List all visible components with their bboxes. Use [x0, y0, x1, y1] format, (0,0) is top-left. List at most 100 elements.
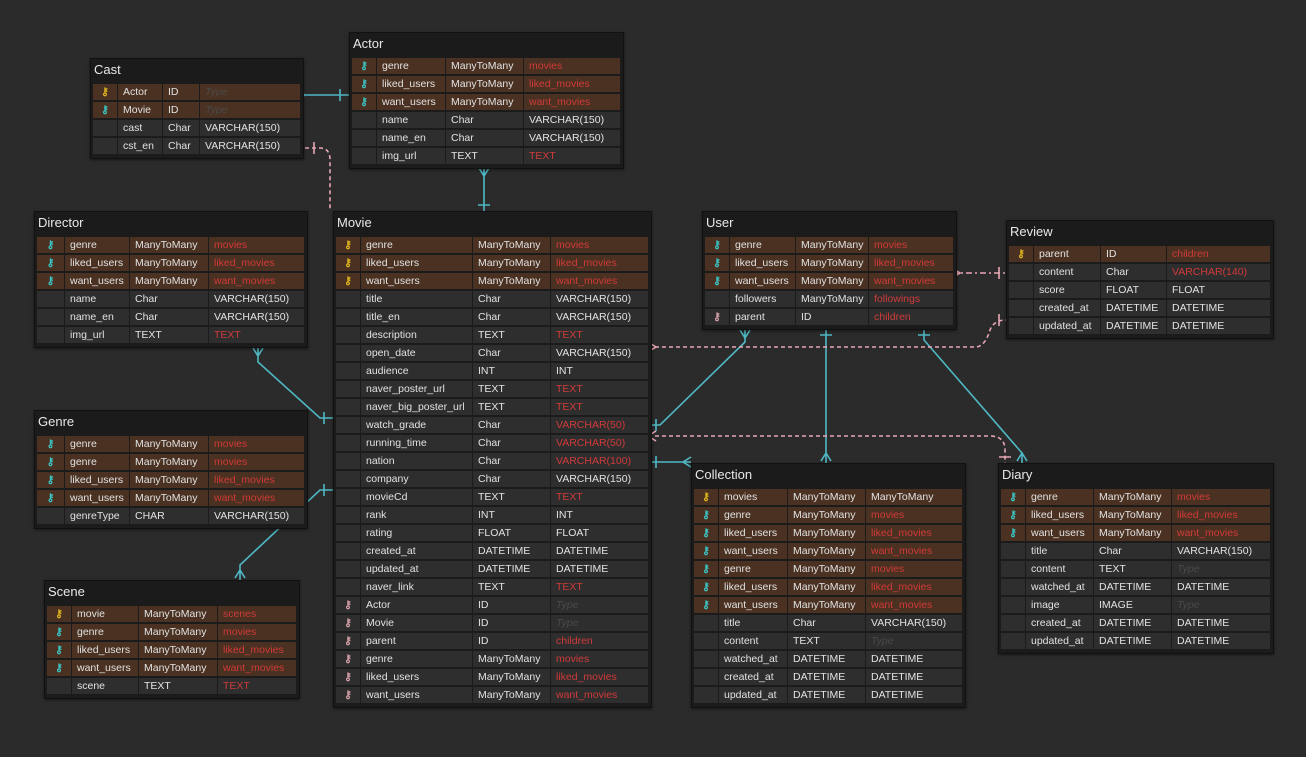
field-row[interactable]: audience INT INT	[336, 362, 649, 380]
field-row[interactable]: updated_at DATETIME DATETIME	[1009, 317, 1271, 335]
field-row[interactable]: ⚷ want_users ManyToMany want_movies	[705, 272, 954, 290]
field-row[interactable]: ⚷ genre ManyToMany movies	[37, 236, 305, 254]
table-collection[interactable]: Collection ⚷ movies ManyToMany ManyToMany ⚷ ge…	[691, 463, 966, 708]
field-row[interactable]: ⚷ genre ManyToMany movies	[336, 650, 649, 668]
field-row[interactable]: followers ManyToMany followings	[705, 290, 954, 308]
table-director[interactable]: Director ⚷ genre ManyToMany movies ⚷ liked_use…	[34, 211, 308, 348]
field-row[interactable]: img_url TEXT TEXT	[37, 326, 305, 344]
field-row[interactable]: scene TEXT TEXT	[47, 677, 297, 695]
field-row[interactable]: ⚷ genre ManyToMany movies	[37, 453, 305, 471]
field-row[interactable]: ⚷ genre ManyToMany movies	[694, 506, 963, 524]
field-row[interactable]: ⚷ want_users ManyToMany want_movies	[352, 93, 621, 111]
field-db-type: movies	[209, 237, 304, 253]
field-row[interactable]: watch_grade Char VARCHAR(50)	[336, 416, 649, 434]
field-row[interactable]: ⚷ liked_users ManyToMany liked_movies	[37, 254, 305, 272]
field-row[interactable]: updated_at DATETIME DATETIME	[694, 686, 963, 704]
field-row[interactable]: ⚷ Movie ID Type	[336, 614, 649, 632]
field-row[interactable]: genreType CHAR VARCHAR(150)	[37, 507, 305, 525]
field-row[interactable]: cast Char VARCHAR(150)	[93, 119, 301, 137]
field-row[interactable]: ⚷ want_users ManyToMany want_movies	[1001, 524, 1271, 542]
field-db-type: DATETIME	[1167, 300, 1270, 316]
field-row[interactable]: watched_at DATETIME DATETIME	[694, 650, 963, 668]
field-row[interactable]: ⚷ liked_users ManyToMany liked_movies	[336, 668, 649, 686]
table-actor[interactable]: Actor ⚷ genre ManyToMany movies ⚷ liked_users M…	[349, 32, 624, 169]
field-row[interactable]: ⚷ liked_users ManyToMany liked_movies	[37, 471, 305, 489]
field-row[interactable]: updated_at DATETIME DATETIME	[336, 560, 649, 578]
field-row[interactable]: ⚷ genre ManyToMany movies	[705, 236, 954, 254]
table-movie[interactable]: Movie ⚷ genre ManyToMany movies ⚷ liked_users M…	[333, 211, 652, 708]
field-row[interactable]: naver_big_poster_url TEXT TEXT	[336, 398, 649, 416]
table-review[interactable]: Review ⚷ parent ID children content Char VARCHA…	[1006, 220, 1274, 339]
field-name: naver_poster_url	[361, 381, 472, 397]
table-cast[interactable]: Cast ⚷ Actor ID Type ⚷ Movie ID Type cast Char VARC…	[90, 58, 304, 159]
field-row[interactable]: ⚷ want_users ManyToMany want_movies	[336, 272, 649, 290]
field-row[interactable]: ⚷ liked_users ManyToMany liked_movies	[47, 641, 297, 659]
field-row[interactable]: open_date Char VARCHAR(150)	[336, 344, 649, 362]
field-row[interactable]: ⚷ want_users ManyToMany want_movies	[694, 596, 963, 614]
field-row[interactable]: created_at DATETIME DATETIME	[1001, 614, 1271, 632]
field-row[interactable]: ⚷ want_users ManyToMany want_movies	[47, 659, 297, 677]
field-row[interactable]: ⚷ genre ManyToMany movies	[694, 560, 963, 578]
field-row[interactable]: ⚷ want_users ManyToMany want_movies	[694, 542, 963, 560]
field-row[interactable]: ⚷ want_users ManyToMany want_movies	[336, 686, 649, 704]
field-row[interactable]: ⚷ parent ID children	[705, 308, 954, 326]
field-row[interactable]: content TEXT Type	[694, 632, 963, 650]
field-row[interactable]: ⚷ liked_users ManyToMany liked_movies	[694, 524, 963, 542]
field-row[interactable]: ⚷ want_users ManyToMany want_movies	[37, 272, 305, 290]
field-row[interactable]: company Char VARCHAR(150)	[336, 470, 649, 488]
field-row[interactable]: watched_at DATETIME DATETIME	[1001, 578, 1271, 596]
field-row[interactable]: ⚷ Actor ID Type	[336, 596, 649, 614]
field-row[interactable]: content TEXT Type	[1001, 560, 1271, 578]
field-row[interactable]: name Char VARCHAR(150)	[352, 111, 621, 129]
field-row[interactable]: rating FLOAT FLOAT	[336, 524, 649, 542]
field-row[interactable]: created_at DATETIME DATETIME	[336, 542, 649, 560]
field-row[interactable]: ⚷ genre ManyToMany movies	[47, 623, 297, 641]
field-row[interactable]: ⚷ parent ID children	[1009, 245, 1271, 263]
key-cell	[37, 309, 64, 325]
field-row[interactable]: ⚷ genre ManyToMany movies	[336, 236, 649, 254]
field-row[interactable]: description TEXT TEXT	[336, 326, 649, 344]
field-row[interactable]: ⚷ liked_users ManyToMany liked_movies	[1001, 506, 1271, 524]
field-row[interactable]: updated_at DATETIME DATETIME	[1001, 632, 1271, 650]
field-row[interactable]: cst_en Char VARCHAR(150)	[93, 137, 301, 155]
field-row[interactable]: ⚷ liked_users ManyToMany liked_movies	[694, 578, 963, 596]
table-genre[interactable]: Genre ⚷ genre ManyToMany movies ⚷ genre ManyToM…	[34, 410, 308, 529]
field-row[interactable]: ⚷ movie ManyToMany scenes	[47, 605, 297, 623]
field-row[interactable]: ⚷ liked_users ManyToMany liked_movies	[352, 75, 621, 93]
table-user[interactable]: User ⚷ genre ManyToMany movies ⚷ liked_users Ma…	[702, 211, 957, 330]
field-row[interactable]: naver_poster_url TEXT TEXT	[336, 380, 649, 398]
table-diary[interactable]: Diary ⚷ genre ManyToMany movies ⚷ liked_users M…	[998, 463, 1274, 654]
field-row[interactable]: created_at DATETIME DATETIME	[1009, 299, 1271, 317]
field-row[interactable]: ⚷ genre ManyToMany movies	[37, 435, 305, 453]
field-row[interactable]: title Char VARCHAR(150)	[336, 290, 649, 308]
field-row[interactable]: ⚷ genre ManyToMany movies	[1001, 488, 1271, 506]
field-row[interactable]: content Char VARCHAR(140)	[1009, 263, 1271, 281]
field-row[interactable]: image IMAGE Type	[1001, 596, 1271, 614]
field-name: updated_at	[1034, 318, 1100, 334]
field-row[interactable]: nation Char VARCHAR(100)	[336, 452, 649, 470]
field-row[interactable]: name_en Char VARCHAR(150)	[352, 129, 621, 147]
field-row[interactable]: title Char VARCHAR(150)	[1001, 542, 1271, 560]
field-row[interactable]: naver_link TEXT TEXT	[336, 578, 649, 596]
field-row[interactable]: ⚷ liked_users ManyToMany liked_movies	[336, 254, 649, 272]
field-row[interactable]: ⚷ parent ID children	[336, 632, 649, 650]
table-fields: ⚷ movies ManyToMany ManyToMany ⚷ genre ManyToM…	[692, 486, 965, 707]
field-row[interactable]: score FLOAT FLOAT	[1009, 281, 1271, 299]
field-row[interactable]: created_at DATETIME DATETIME	[694, 668, 963, 686]
field-row[interactable]: img_url TEXT TEXT	[352, 147, 621, 165]
field-row[interactable]: ⚷ movies ManyToMany ManyToMany	[694, 488, 963, 506]
table-scene[interactable]: Scene ⚷ movie ManyToMany scenes ⚷ genre ManyToM…	[44, 580, 300, 699]
field-row[interactable]: ⚷ genre ManyToMany movies	[352, 57, 621, 75]
field-row[interactable]: ⚷ liked_users ManyToMany liked_movies	[705, 254, 954, 272]
field-row[interactable]: ⚷ Actor ID Type	[93, 83, 301, 101]
field-row[interactable]: ⚷ Movie ID Type	[93, 101, 301, 119]
field-row[interactable]: movieCd TEXT TEXT	[336, 488, 649, 506]
field-row[interactable]: name_en Char VARCHAR(150)	[37, 308, 305, 326]
field-row[interactable]: title Char VARCHAR(150)	[694, 614, 963, 632]
field-name: created_at	[1026, 615, 1093, 631]
field-row[interactable]: title_en Char VARCHAR(150)	[336, 308, 649, 326]
field-row[interactable]: ⚷ want_users ManyToMany want_movies	[37, 489, 305, 507]
field-row[interactable]: running_time Char VARCHAR(50)	[336, 434, 649, 452]
field-row[interactable]: name Char VARCHAR(150)	[37, 290, 305, 308]
field-row[interactable]: rank INT INT	[336, 506, 649, 524]
